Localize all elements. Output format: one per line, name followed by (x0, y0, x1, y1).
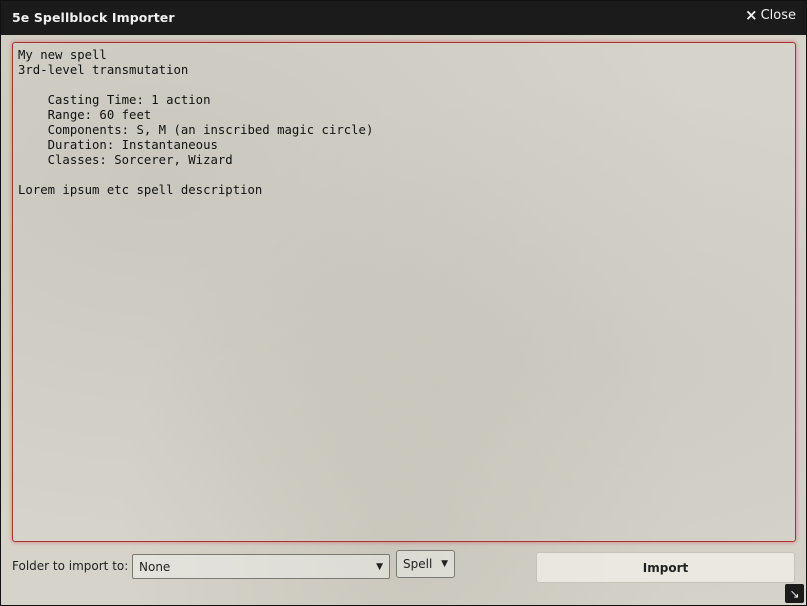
spellblock-textarea[interactable]: My new spell 3rd-level transmutation Cas… (12, 42, 796, 542)
close-label: Close (760, 8, 796, 23)
resize-handle-icon[interactable]: ↘ (785, 584, 804, 603)
import-button[interactable]: Import (536, 552, 795, 583)
folder-select-value: None (139, 559, 171, 574)
window-title: 5e Spellblock Importer (12, 10, 175, 25)
window-titlebar[interactable]: 5e Spellblock Importer × Close (1, 1, 806, 35)
folder-select[interactable]: None ▼ (132, 554, 390, 579)
folder-label: Folder to import to: (12, 559, 129, 573)
chevron-down-icon: ▼ (376, 561, 383, 572)
close-button[interactable]: × Close (745, 6, 796, 24)
close-icon: × (745, 6, 758, 24)
document-type-value: Spell (403, 557, 433, 571)
spellblock-importer-window: 5e Spellblock Importer × Close My new sp… (0, 0, 807, 606)
import-options-row: Folder to import to: None ▼ Spell ▼ Impo… (12, 550, 796, 584)
chevron-down-icon: ▼ (441, 559, 448, 569)
document-type-select[interactable]: Spell ▼ (396, 550, 455, 578)
